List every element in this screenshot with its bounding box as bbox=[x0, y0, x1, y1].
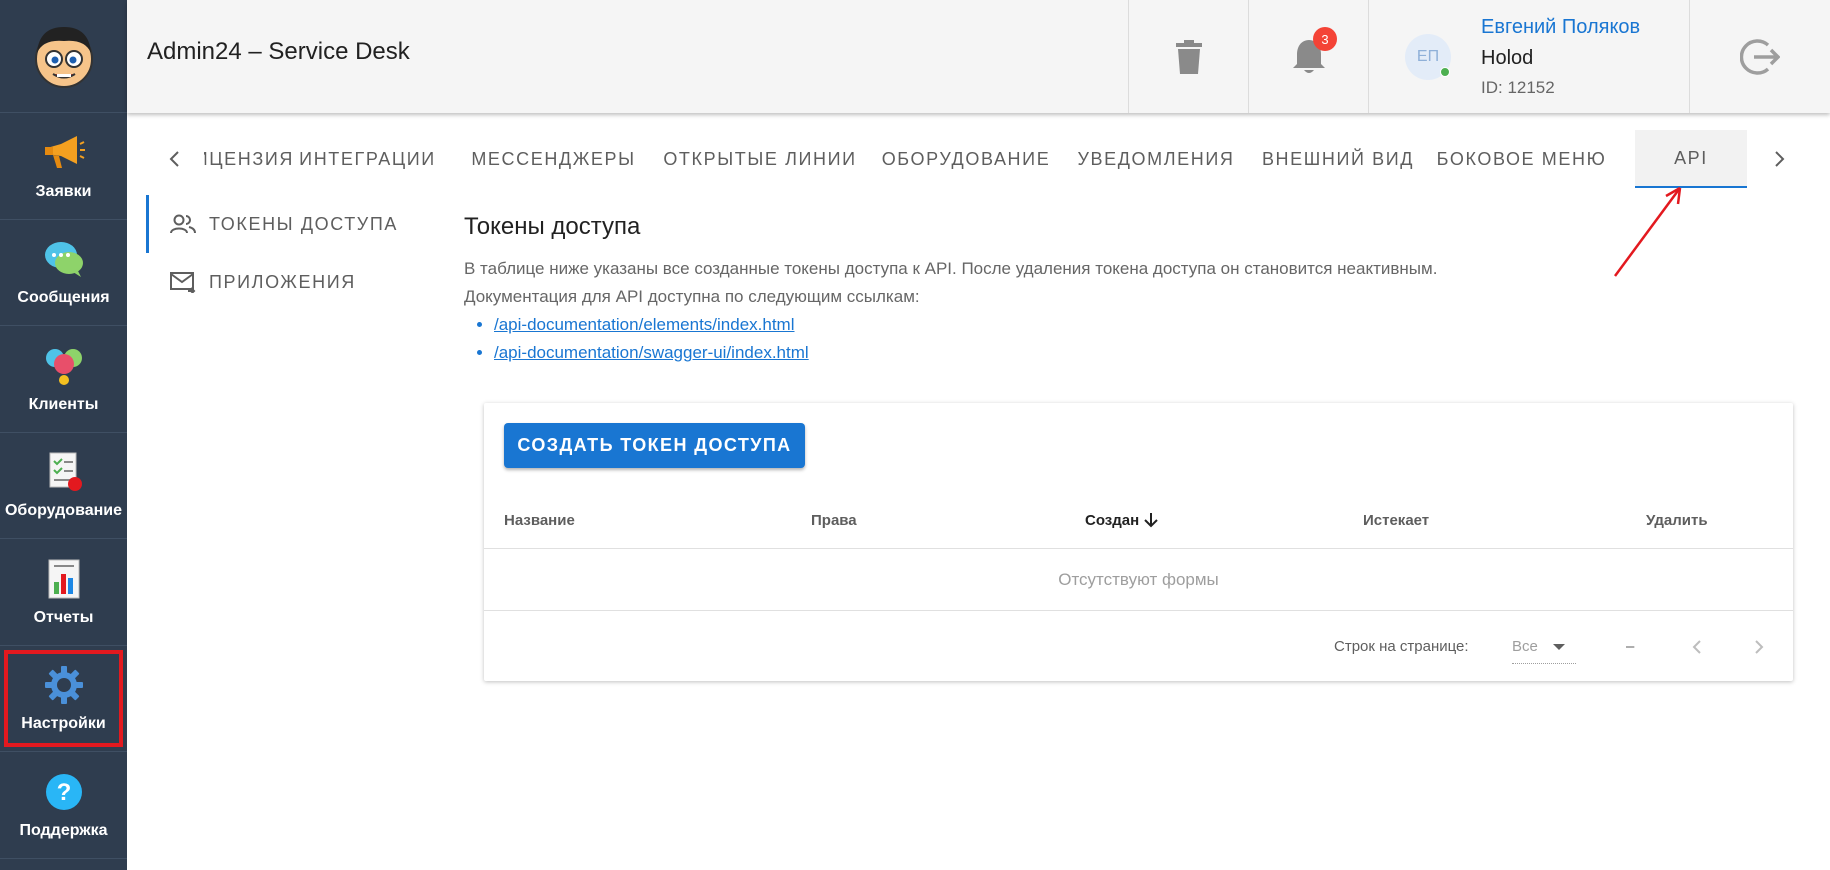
table-footer: Строк на странице: Все – bbox=[484, 612, 1793, 681]
tab-appearance[interactable]: ВНЕШНИЙ ВИД bbox=[1262, 130, 1413, 188]
app-title: Admin24 – Service Desk bbox=[147, 38, 410, 65]
users-icon bbox=[169, 210, 197, 238]
tabs-scroll-right-button[interactable] bbox=[1760, 130, 1800, 188]
subnav-item-applications[interactable]: ПРИЛОЖЕНИЯ bbox=[146, 253, 436, 311]
sidebar-item-messages[interactable]: Сообщения bbox=[0, 220, 127, 326]
column-header-name[interactable]: Название bbox=[504, 491, 575, 549]
clients-group-icon bbox=[42, 344, 86, 388]
trash-button[interactable] bbox=[1128, 0, 1248, 113]
avatar[interactable]: ЕП bbox=[1405, 33, 1451, 80]
docs-intro: Документация для API доступна по следующ… bbox=[464, 287, 920, 306]
tab-open-lines[interactable]: ОТКРЫТЫЕ ЛИНИИ bbox=[663, 130, 855, 188]
tab-license-clip: ЛИЦЕНЗИЯ bbox=[204, 130, 296, 188]
sidebar-item-label: Заявки bbox=[35, 182, 92, 200]
sidebar-item-requests[interactable]: Заявки bbox=[0, 113, 127, 220]
svg-text:?: ? bbox=[56, 779, 71, 806]
user-panel[interactable]: ЕП Евгений Поляков Holod ID: 12152 bbox=[1368, 0, 1689, 113]
sidebar-item-label: Сообщения bbox=[17, 289, 110, 307]
app-logo[interactable] bbox=[0, 0, 127, 113]
tokens-table-card: СОЗДАТЬ ТОКЕН ДОСТУПА Название Права Соз… bbox=[484, 403, 1793, 681]
help-icon: ? bbox=[42, 770, 86, 814]
user-info: Евгений Поляков Holod ID: 12152 bbox=[1481, 16, 1640, 98]
list-item: /api-documentation/elements/index.html bbox=[494, 311, 1794, 339]
top-header: Admin24 – Service Desk 3 ЕП Евгений Поля… bbox=[127, 0, 1830, 113]
prev-page-button[interactable] bbox=[1680, 630, 1714, 664]
create-token-button[interactable]: СОЗДАТЬ ТОКЕН ДОСТУПА bbox=[504, 423, 805, 468]
table-header: Название Права Создан Истекает Удалить bbox=[484, 491, 1793, 549]
logout-icon bbox=[1740, 38, 1780, 75]
sidebar-item-label: Настройки bbox=[21, 715, 106, 733]
main-content: Токены доступа В таблице ниже указаны вс… bbox=[464, 213, 1794, 367]
docs-link-swagger[interactable]: /api-documentation/swagger-ui/index.html bbox=[494, 343, 809, 362]
page-description: В таблице ниже указаны все созданные ток… bbox=[464, 259, 1438, 278]
notification-badge: 3 bbox=[1313, 27, 1337, 51]
subnav-item-access-tokens[interactable]: ТОКЕНЫ ДОСТУПА bbox=[146, 195, 436, 253]
megaphone-icon bbox=[42, 131, 86, 175]
sidebar-item-label: Клиенты bbox=[28, 395, 99, 413]
page-title: Токены доступа bbox=[464, 213, 641, 240]
subnav-item-label: ТОКЕНЫ ДОСТУПА bbox=[209, 213, 398, 234]
user-id: ID: 12152 bbox=[1481, 77, 1555, 97]
tab-equipment[interactable]: ОБОРУДОВАНИЕ bbox=[882, 130, 1049, 188]
docs-link-elements[interactable]: /api-documentation/elements/index.html bbox=[494, 315, 795, 334]
app-root: Заявки Сообщения Клиенты Оборудование От… bbox=[0, 0, 1830, 870]
tabs-scroll-left-button[interactable] bbox=[154, 130, 194, 188]
next-page-button[interactable] bbox=[1742, 630, 1776, 664]
main-sidebar: Заявки Сообщения Клиенты Оборудование От… bbox=[0, 0, 127, 870]
chevron-left-icon bbox=[169, 151, 179, 167]
sidebar-item-reports[interactable]: Отчеты bbox=[0, 539, 127, 646]
docs-links: /api-documentation/elements/index.html /… bbox=[494, 311, 1794, 367]
user-org: Holod bbox=[1481, 46, 1534, 69]
arrow-down-icon bbox=[1144, 513, 1158, 528]
mail-icon bbox=[169, 268, 197, 296]
trash-icon bbox=[1175, 39, 1202, 74]
sidebar-item-label: Отчеты bbox=[33, 608, 94, 626]
mascot-logo-icon bbox=[34, 27, 93, 88]
api-subnav: ТОКЕНЫ ДОСТУПА ПРИЛОЖЕНИЯ bbox=[146, 195, 436, 311]
chevron-right-icon bbox=[1755, 640, 1764, 654]
pagination-range: – bbox=[1626, 638, 1635, 655]
avatar-initials: ЕП bbox=[1416, 47, 1440, 65]
column-header-created[interactable]: Создан bbox=[1085, 491, 1159, 549]
chat-bubbles-icon bbox=[42, 237, 86, 281]
list-item: /api-documentation/swagger-ui/index.html bbox=[494, 339, 1794, 367]
column-header-delete: Удалить bbox=[1646, 511, 1708, 529]
sidebar-item-label: Поддержка bbox=[19, 821, 108, 839]
checklist-icon bbox=[42, 450, 86, 494]
chevron-right-icon bbox=[1775, 151, 1785, 167]
settings-tabs: ЛИЦЕНЗИЯ ИНТЕГРАЦИИ МЕССЕНДЖЕРЫ ОТКРЫТЫЕ… bbox=[127, 130, 1830, 188]
user-name[interactable]: Евгений Поляков bbox=[1481, 16, 1640, 39]
sidebar-item-support[interactable]: ? Поддержка bbox=[0, 752, 127, 859]
column-header-rights[interactable]: Права bbox=[811, 491, 857, 549]
caret-down-icon bbox=[1552, 643, 1565, 650]
tab-notifications[interactable]: УВЕДОМЛЕНИЯ bbox=[1078, 130, 1233, 188]
tab-side-menu[interactable]: БОКОВОЕ МЕНЮ bbox=[1437, 130, 1605, 188]
notifications-button[interactable]: 3 bbox=[1248, 0, 1368, 113]
sidebar-item-equipment[interactable]: Оборудование bbox=[0, 433, 127, 539]
sidebar-item-settings[interactable]: Настройки bbox=[0, 646, 127, 752]
rows-per-page-select[interactable]: Все bbox=[1512, 630, 1576, 664]
subnav-item-label: ПРИЛОЖЕНИЯ bbox=[209, 271, 356, 292]
tab-license[interactable]: ЛИЦЕНЗИЯ bbox=[204, 130, 296, 188]
rows-per-page-value: Все bbox=[1512, 638, 1538, 655]
rows-per-page-label: Строк на странице: bbox=[1334, 638, 1469, 655]
empty-table-message: Отсутствуют формы bbox=[484, 550, 1793, 611]
online-status-dot bbox=[1440, 66, 1450, 77]
report-chart-icon bbox=[42, 557, 86, 601]
sidebar-item-clients[interactable]: Клиенты bbox=[0, 326, 127, 433]
column-header-label: Создан bbox=[1085, 511, 1140, 529]
sidebar-item-label: Оборудование bbox=[4, 502, 122, 520]
tab-integrations[interactable]: ИНТЕГРАЦИИ bbox=[296, 130, 439, 188]
gear-icon bbox=[42, 663, 86, 707]
column-header-expires[interactable]: Истекает bbox=[1363, 491, 1429, 549]
logout-button[interactable] bbox=[1689, 0, 1830, 113]
tab-messengers[interactable]: МЕССЕНДЖЕРЫ bbox=[471, 130, 635, 188]
chevron-left-icon bbox=[1692, 640, 1701, 654]
